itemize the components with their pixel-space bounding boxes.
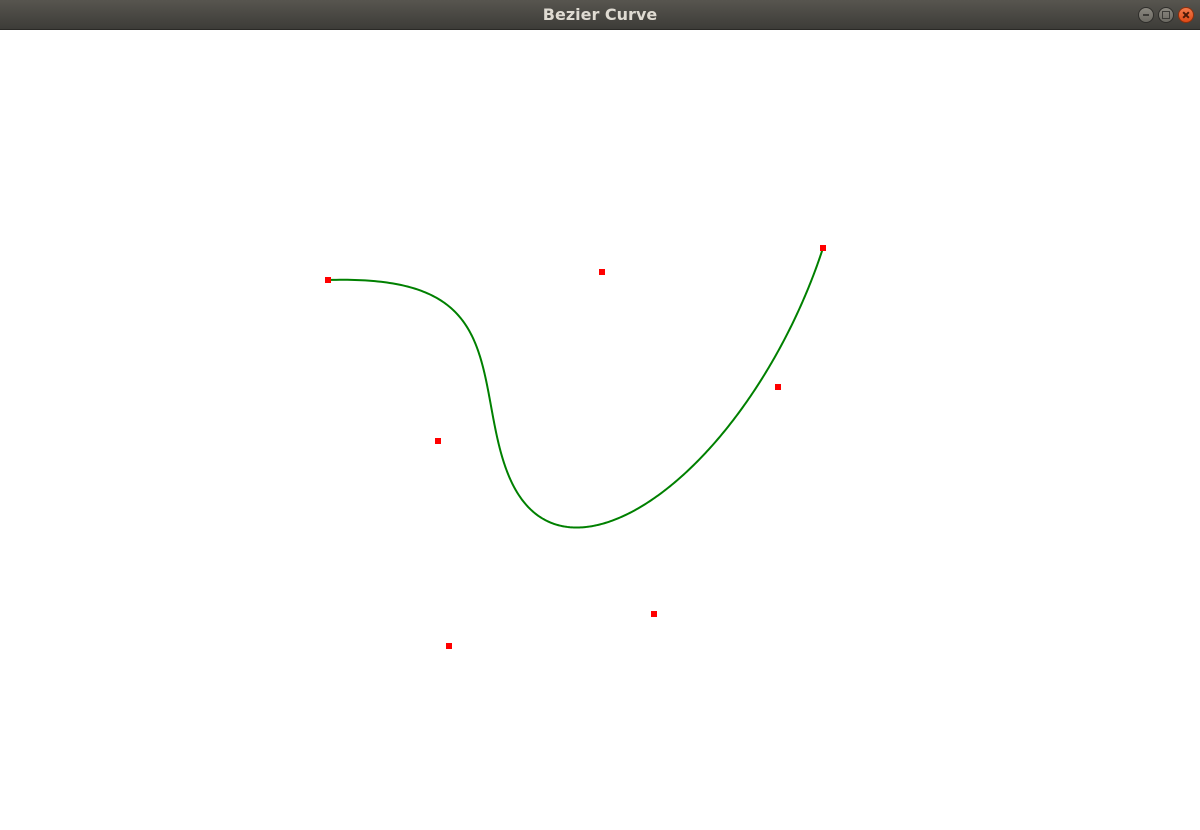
control-point-4[interactable] (446, 643, 452, 649)
window-title: Bezier Curve (542, 5, 658, 24)
close-icon[interactable] (1178, 7, 1194, 23)
control-point-3[interactable] (435, 438, 441, 444)
control-point-7[interactable] (820, 245, 826, 251)
curve-layer (327, 247, 824, 529)
bezier-drawing (325, 245, 826, 649)
drawing-canvas[interactable] (0, 30, 1200, 830)
control-point-5[interactable] (651, 611, 657, 617)
maximize-icon[interactable] (1158, 7, 1174, 23)
minimize-icon[interactable] (1138, 7, 1154, 23)
window-controls (1138, 7, 1194, 23)
control-point-1[interactable] (325, 277, 331, 283)
control-point-6[interactable] (775, 384, 781, 390)
bezier-curve (327, 247, 824, 529)
title-bar[interactable]: Bezier Curve (0, 0, 1200, 30)
control-point-2[interactable] (599, 269, 605, 275)
control-points-layer (325, 245, 826, 649)
app-window: Bezier Curve (0, 0, 1200, 830)
